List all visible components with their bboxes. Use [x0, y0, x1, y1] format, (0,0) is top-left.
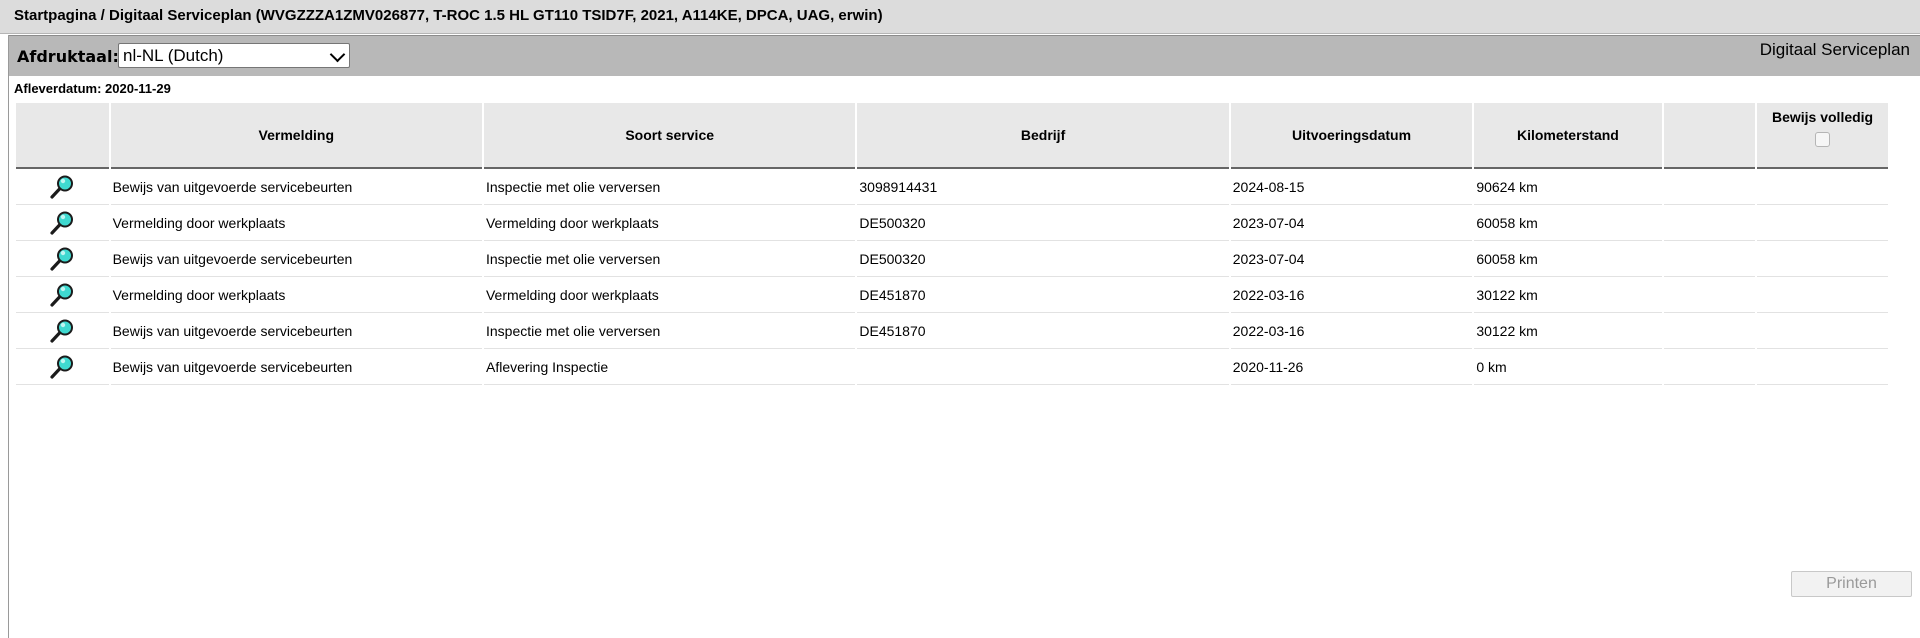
cell-entry: Bewijs van uitgevoerde servicebeurten [110, 349, 482, 385]
cell-empty [1663, 241, 1756, 277]
header-execution-date: Uitvoeringsdatum [1230, 103, 1473, 169]
print-button[interactable]: Printen [1791, 571, 1912, 597]
cell-service-type: Inspectie met olie verversen [483, 169, 856, 205]
cell-proof-complete [1757, 205, 1888, 241]
cell-company: DE451870 [857, 313, 1229, 349]
cell-empty [1663, 349, 1756, 385]
breadcrumb: Startpagina / Digitaal Serviceplan (WVGZ… [14, 7, 883, 24]
cell-execution-date: 2023-07-04 [1230, 205, 1473, 241]
chevron-down-icon [329, 46, 346, 63]
cell-mileage: 30122 km [1474, 313, 1662, 349]
cell-service-type: Inspectie met olie verversen [483, 313, 856, 349]
row-view-cell[interactable] [16, 241, 109, 277]
cell-service-type: Inspectie met olie verversen [483, 241, 856, 277]
cell-proof-complete [1757, 241, 1888, 277]
cell-empty [1663, 277, 1756, 313]
cell-execution-date: 2022-03-16 [1230, 277, 1473, 313]
header-mileage: Kilometerstand [1474, 103, 1662, 169]
service-history-table: Vermelding Soort service Bedrijf Uitvoer… [14, 103, 1890, 385]
magnifier-icon[interactable] [49, 282, 75, 311]
table-header-row: Vermelding Soort service Bedrijf Uitvoer… [16, 103, 1888, 169]
cell-execution-date: 2022-03-16 [1230, 313, 1473, 349]
cell-mileage: 60058 km [1474, 205, 1662, 241]
magnifier-icon[interactable] [49, 246, 75, 275]
cell-mileage: 60058 km [1474, 241, 1662, 277]
proof-complete-checkbox[interactable] [1815, 132, 1831, 147]
cell-empty [1663, 169, 1756, 205]
cell-company: DE500320 [857, 205, 1229, 241]
cell-company [857, 349, 1229, 385]
row-view-cell[interactable] [16, 313, 109, 349]
header-proof-complete: Bewijs volledig [1757, 103, 1888, 169]
cell-mileage: 0 km [1474, 349, 1662, 385]
table-row: Bewijs van uitgevoerde servicebeurten Ins… [16, 169, 1888, 205]
cell-empty [1663, 205, 1756, 241]
magnifier-icon[interactable] [49, 174, 75, 203]
row-view-cell[interactable] [16, 349, 109, 385]
cell-execution-date: 2024-08-15 [1230, 169, 1473, 205]
table-row: Bewijs van uitgevoerde servicebeurten Afl… [16, 349, 1888, 385]
print-language-label: Afdruktaal: [17, 47, 119, 66]
top-bar: Startpagina / Digitaal Serviceplan (WVGZ… [0, 0, 1920, 34]
cell-entry: Bewijs van uitgevoerde servicebeurten [110, 169, 482, 205]
cell-mileage: 90624 km [1474, 169, 1662, 205]
cell-company: DE451870 [857, 277, 1229, 313]
cell-company: 3098914431 [857, 169, 1229, 205]
cell-service-type: Vermelding door werkplaats [483, 205, 856, 241]
print-language-select[interactable]: nl-NL (Dutch) [118, 43, 350, 68]
cell-company: DE500320 [857, 241, 1229, 277]
app-title: Digitaal Serviceplan [1759, 40, 1910, 59]
table-row: Vermelding door werkplaats Vermelding doo… [16, 277, 1888, 313]
content-frame: Afdruktaal: nl-NL (Dutch) Digitaal Servi… [8, 35, 1920, 638]
table-row: Bewijs van uitgevoerde servicebeurten Ins… [16, 241, 1888, 277]
cell-execution-date: 2023-07-04 [1230, 241, 1473, 277]
cell-proof-complete [1757, 349, 1888, 385]
header-icon-column [16, 103, 109, 169]
cell-proof-complete [1757, 313, 1888, 349]
cell-empty [1663, 313, 1756, 349]
header-proof-complete-label: Bewijs volledig [1771, 109, 1874, 125]
magnifier-icon[interactable] [49, 210, 75, 239]
print-language-value: nl-NL (Dutch) [123, 46, 224, 65]
header-service-type: Soort service [483, 103, 856, 169]
cell-proof-complete [1757, 169, 1888, 205]
cell-entry: Vermelding door werkplaats [110, 205, 482, 241]
cell-entry: Bewijs van uitgevoerde servicebeurten [110, 313, 482, 349]
cell-proof-complete [1757, 277, 1888, 313]
table-row: Vermelding door werkplaats Vermelding doo… [16, 205, 1888, 241]
cell-service-type: Vermelding door werkplaats [483, 277, 856, 313]
row-view-cell[interactable] [16, 277, 109, 313]
cell-mileage: 30122 km [1474, 277, 1662, 313]
table-row: Bewijs van uitgevoerde servicebeurten Ins… [16, 313, 1888, 349]
header-entry: Vermelding [110, 103, 482, 169]
magnifier-icon[interactable] [49, 318, 75, 347]
cell-execution-date: 2020-11-26 [1230, 349, 1473, 385]
toolbar: Afdruktaal: nl-NL (Dutch) Digitaal Servi… [9, 35, 1920, 76]
delivery-date: Afleverdatum: 2020-11-29 [14, 81, 171, 96]
cell-service-type: Aflevering Inspectie [483, 349, 856, 385]
header-company: Bedrijf [857, 103, 1229, 169]
cell-entry: Vermelding door werkplaats [110, 277, 482, 313]
row-view-cell[interactable] [16, 205, 109, 241]
cell-entry: Bewijs van uitgevoerde servicebeurten [110, 241, 482, 277]
magnifier-icon[interactable] [49, 354, 75, 383]
header-empty [1663, 103, 1756, 169]
row-view-cell[interactable] [16, 169, 109, 205]
